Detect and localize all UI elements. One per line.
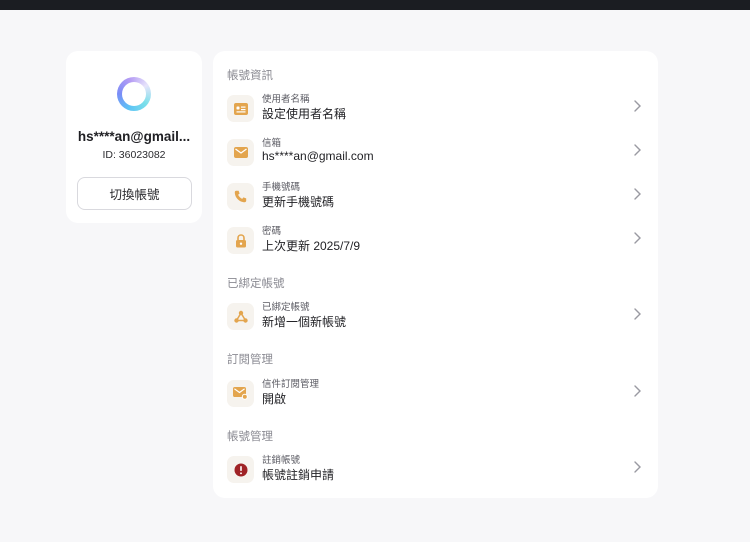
linked-account-row[interactable]: 已綁定帳號 新增一個新帳號 (213, 299, 658, 339)
email-subscription-value: 開啟 (262, 392, 287, 406)
chevron-right-icon (634, 100, 641, 112)
phone-row[interactable]: 手機號碼 更新手機號碼 (213, 179, 658, 219)
top-bar (0, 0, 750, 10)
section-title-account-info: 帳號資訊 (227, 70, 273, 82)
password-value: 上次更新 2025/7/9 (262, 239, 361, 253)
password-row[interactable]: 密碼 上次更新 2025/7/9 (213, 223, 658, 263)
profile-user-id: ID: 36023082 (102, 149, 166, 161)
email-value: hs****an@gmail.com (262, 149, 374, 163)
chevron-right-icon (634, 232, 641, 244)
switch-account-button[interactable]: 切換帳號 (77, 177, 192, 210)
email-subscription-row[interactable]: 信件訂閱管理 開啟 (213, 376, 658, 416)
linked-account-label: 已綁定帳號 (262, 302, 310, 313)
section-title-linked-accounts: 已綁定帳號 (227, 278, 285, 290)
id-card-icon (227, 95, 254, 122)
account-settings-panel: 帳號資訊 使用者名稱 設定使用者名稱 信箱 hs****an@gmail.com… (213, 51, 658, 498)
section-title-account-management: 帳號管理 (227, 431, 273, 443)
linked-account-value: 新增一個新帳號 (262, 315, 347, 329)
mail-icon (227, 139, 254, 166)
phone-icon (227, 183, 254, 210)
link-nodes-icon (227, 303, 254, 330)
username-label: 使用者名稱 (262, 94, 310, 105)
email-row[interactable]: 信箱 hs****an@gmail.com (213, 135, 658, 175)
email-label: 信箱 (262, 138, 282, 149)
delete-account-row[interactable]: 註銷帳號 帳號註銷申請 (213, 452, 658, 492)
chevron-right-icon (634, 461, 641, 473)
password-label: 密碼 (262, 226, 282, 237)
phone-value: 更新手機號碼 (262, 195, 335, 209)
email-subscription-label: 信件訂閱管理 (262, 379, 320, 390)
chevron-right-icon (634, 308, 641, 320)
mail-settings-icon (227, 380, 254, 407)
section-title-subscriptions: 訂閱管理 (227, 354, 273, 366)
username-row[interactable]: 使用者名稱 設定使用者名稱 (213, 91, 658, 131)
lock-icon (227, 227, 254, 254)
chevron-right-icon (634, 188, 641, 200)
profile-username: hs****an@gmail... (77, 129, 191, 144)
delete-account-label: 註銷帳號 (262, 455, 301, 466)
avatar (117, 77, 151, 111)
delete-account-value: 帳號註銷申請 (262, 468, 335, 482)
profile-card: hs****an@gmail... ID: 36023082 切換帳號 (66, 51, 202, 223)
username-value: 設定使用者名稱 (262, 107, 347, 121)
phone-label: 手機號碼 (262, 182, 301, 193)
chevron-right-icon (634, 385, 641, 397)
chevron-right-icon (634, 144, 641, 156)
alert-icon (227, 456, 254, 483)
